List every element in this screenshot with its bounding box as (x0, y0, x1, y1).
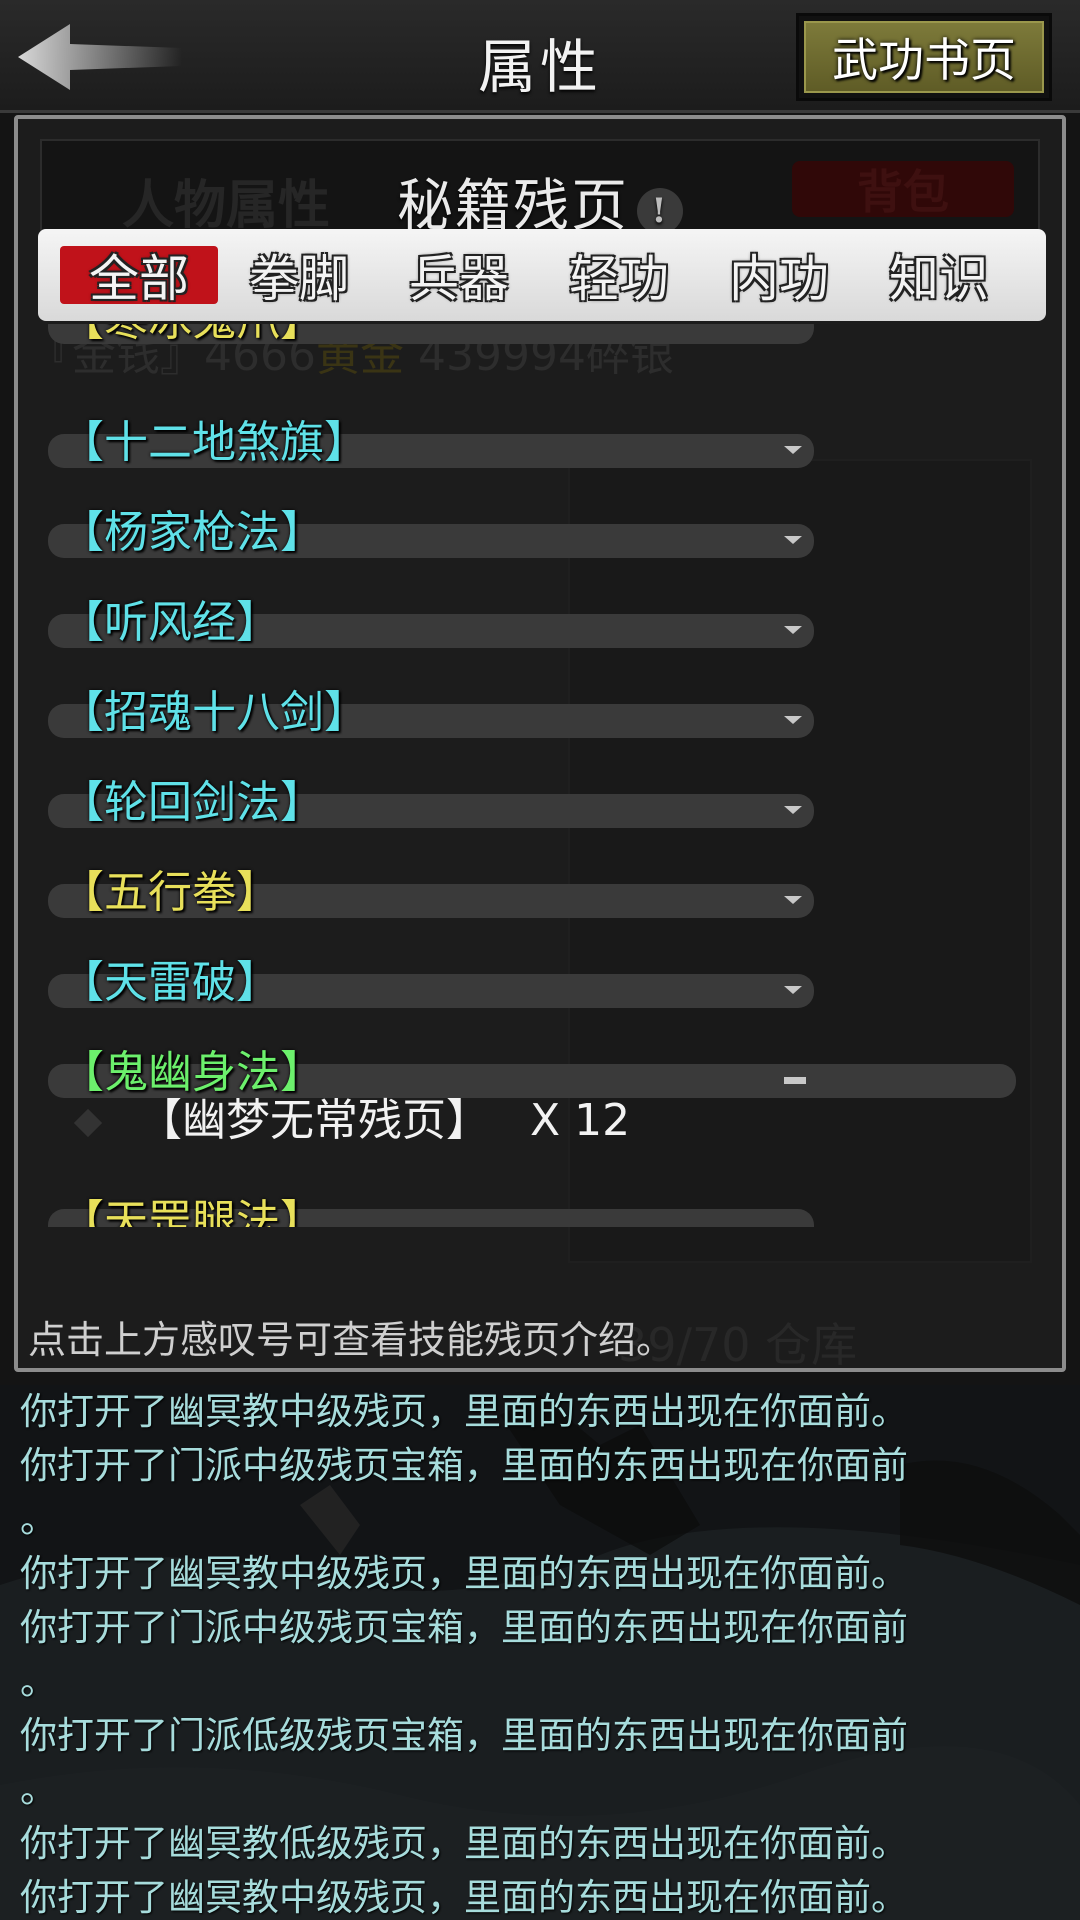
panel-title-bar: 人物属性 背包 秘籍残页! (40, 139, 1040, 239)
log-line: 。 (20, 1768, 57, 1811)
chevron-down-icon (784, 806, 802, 814)
row-label: 【五行拳】 (60, 867, 280, 918)
log-line: 。 (20, 1660, 57, 1703)
tab-fist[interactable]: 拳脚 (220, 246, 378, 308)
info-exclamation-icon[interactable]: ! (637, 187, 683, 234)
log-line: 你打开了门派中级残页宝箱，里面的东西出现在你面前 (20, 1444, 908, 1487)
row-label: 【天雷破】 (60, 957, 280, 1008)
row-label: 【寒冰鬼爪】 (60, 324, 324, 344)
row-label: 【十二地煞旗】 (60, 417, 368, 468)
top-bar: 属性 武功书页 (0, 0, 1080, 113)
fragment-list[interactable]: 【寒冰鬼爪】 【十二地煞旗】 【杨家枪法】 【听风经】 【招魂十八剑】 【轮回剑… (18, 324, 1062, 1124)
log-line: 你打开了幽冥教中级残页，里面的东西出现在你面前。 (20, 1876, 908, 1919)
row-label: 【天罡腿法】 (60, 1196, 324, 1227)
list-item[interactable]: 【十二地煞旗】 (48, 412, 1028, 472)
tab-internal[interactable]: 内功 (700, 246, 858, 308)
skill-pages-button[interactable]: 武功书页 (796, 13, 1052, 101)
sub-item-count: X 12 (530, 1095, 631, 1146)
chevron-down-icon (784, 626, 802, 634)
list-item[interactable]: 【招魂十八剑】 (48, 682, 1028, 742)
chevron-down-icon (784, 536, 802, 544)
row-label: 【招魂十八剑】 (60, 687, 368, 738)
list-item-partial-bottom[interactable]: 【天罡腿法】 (48, 1187, 828, 1227)
collapse-icon (784, 1077, 806, 1084)
list-item[interactable]: 【听风经】 (48, 592, 1028, 652)
tab-all[interactable]: 全部 (60, 246, 218, 308)
message-log[interactable]: 你打开了幽冥教中级残页，里面的东西出现在你面前。 你打开了门派中级残页宝箱，里面… (0, 1385, 1080, 1920)
diamond-bullet-icon (73, 1108, 103, 1138)
log-line: 。 (20, 1498, 57, 1541)
tab-knowledge[interactable]: 知识 (860, 246, 1018, 308)
list-item-partial-top[interactable]: 【寒冰鬼爪】 (48, 324, 828, 344)
list-item[interactable]: 【五行拳】 (48, 862, 1028, 922)
skill-fragments-panel: 『金钱』4666黄金 439994碎银 39/70 仓库 人物属性 背包 秘籍残… (14, 115, 1066, 1372)
sub-item-name: 【幽梦无常残页】 (138, 1095, 490, 1146)
list-item[interactable]: 【轮回剑法】 (48, 772, 1028, 832)
log-line: 你打开了幽冥教低级残页，里面的东西出现在你面前。 (20, 1822, 908, 1865)
tab-lightness[interactable]: 轻功 (540, 246, 698, 308)
list-item[interactable]: 【天雷破】 (48, 952, 1028, 1012)
skill-pages-button-label: 武功书页 (804, 21, 1044, 93)
row-label: 【轮回剑法】 (60, 777, 324, 828)
row-label: 【杨家枪法】 (60, 507, 324, 558)
hint-text: 点击上方感叹号可查看技能残页介绍。 (28, 1318, 675, 1362)
chevron-down-icon (784, 446, 802, 454)
log-line: 你打开了门派低级残页宝箱，里面的东西出现在你面前 (20, 1714, 908, 1757)
chevron-down-icon (784, 896, 802, 904)
category-tabs: 全部 拳脚 兵器 轻功 内功 知识 (38, 229, 1046, 321)
chevron-down-icon (784, 716, 802, 724)
log-line: 你打开了门派中级残页宝箱，里面的东西出现在你面前 (20, 1606, 908, 1649)
chevron-down-icon (784, 986, 802, 994)
tab-weapon[interactable]: 兵器 (380, 246, 538, 308)
log-line: 你打开了幽冥教中级残页，里面的东西出现在你面前。 (20, 1552, 908, 1595)
log-line: 你打开了幽冥教中级残页，里面的东西出现在你面前。 (20, 1390, 908, 1433)
list-item[interactable]: 【杨家枪法】 (48, 502, 1028, 562)
log-lines: 你打开了幽冥教中级残页，里面的东西出现在你面前。 你打开了门派中级残页宝箱，里面… (20, 1385, 1060, 1920)
row-label: 【听风经】 (60, 597, 280, 648)
sub-item-fragment[interactable]: 【幽梦无常残页】 X 12 (73, 1084, 631, 1148)
